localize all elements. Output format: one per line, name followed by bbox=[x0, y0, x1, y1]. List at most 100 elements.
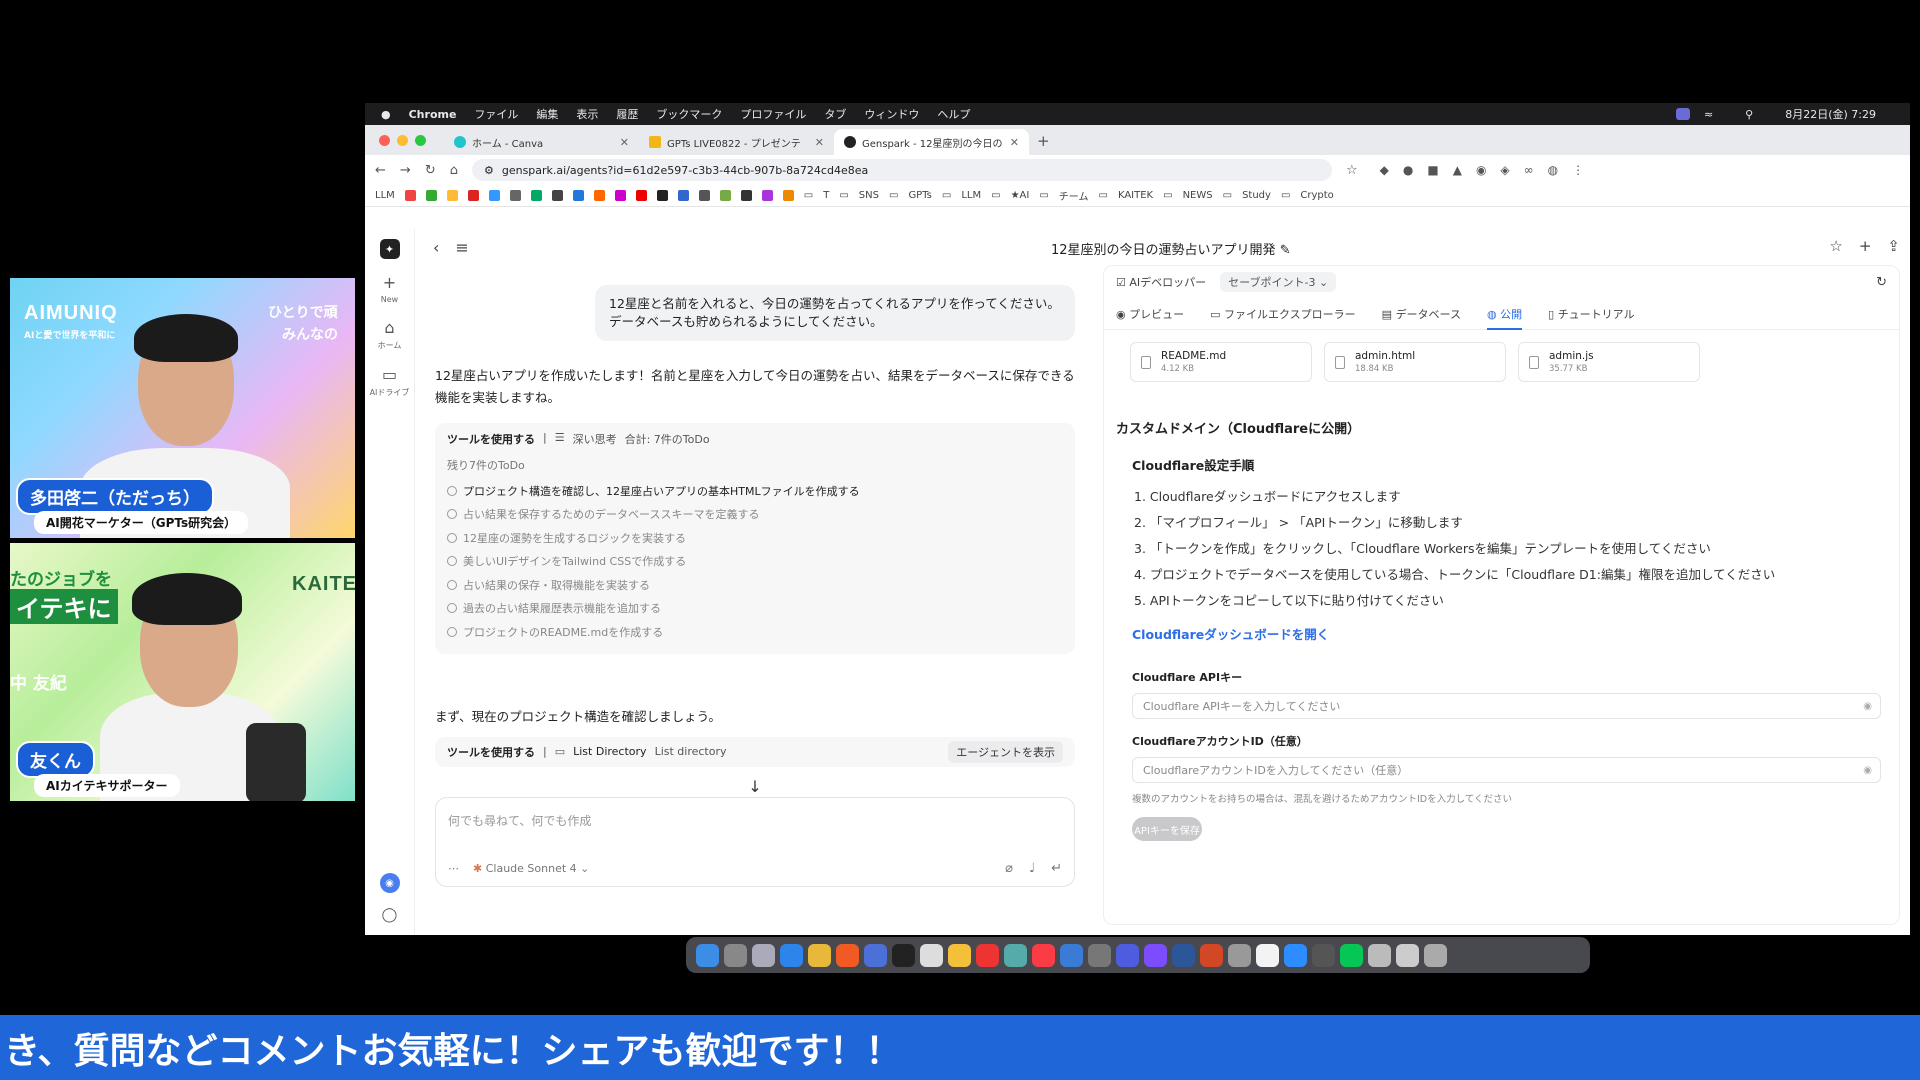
link-icon[interactable]: ∞ bbox=[1524, 163, 1534, 177]
open-dashboard-link[interactable]: Cloudflareダッシュボードを開く bbox=[1132, 624, 1881, 643]
app-icon[interactable] bbox=[1396, 943, 1419, 967]
bookmark-folder[interactable]: チーム bbox=[1059, 188, 1089, 203]
extension-icon[interactable]: ◈ bbox=[1500, 163, 1509, 177]
folder-icon[interactable]: ▭ bbox=[839, 190, 848, 201]
photos-icon[interactable] bbox=[976, 943, 999, 967]
app-icon[interactable] bbox=[1228, 943, 1251, 967]
attach-icon[interactable]: ⌀ bbox=[1005, 861, 1013, 876]
menu-clock[interactable]: 8月22日(金) 7:29 bbox=[1785, 106, 1876, 122]
folder-icon[interactable]: ▭ bbox=[889, 190, 898, 201]
genspark-logo-icon[interactable]: ✦ bbox=[379, 239, 400, 259]
model-selector[interactable]: ✱ Claude Sonnet 4 ⌄ bbox=[473, 862, 589, 875]
bookmark-llm[interactable]: LLM bbox=[375, 190, 395, 201]
menu-item[interactable]: プロファイル bbox=[740, 106, 806, 122]
menu-icon[interactable]: ≡ bbox=[455, 238, 468, 257]
file-card[interactable]: admin.js 35.77 KB bbox=[1518, 342, 1700, 382]
more-menu-icon[interactable]: ⋮ bbox=[1572, 163, 1584, 177]
forward-icon[interactable]: → bbox=[400, 163, 411, 178]
line-icon[interactable] bbox=[1340, 943, 1363, 967]
menu-item[interactable]: 表示 bbox=[576, 106, 598, 122]
bookmark-icon[interactable] bbox=[677, 190, 689, 201]
tab-preview[interactable]: ◉ プレビュー bbox=[1116, 306, 1184, 322]
file-card[interactable]: README.md 4.12 KB bbox=[1130, 342, 1312, 382]
api-key-input[interactable]: Cloudflare APIキーを入力してください ◉ bbox=[1132, 693, 1881, 719]
star-icon[interactable]: ☆ bbox=[1829, 237, 1842, 255]
notes-icon[interactable] bbox=[948, 943, 971, 967]
safari-icon[interactable] bbox=[780, 943, 803, 967]
app-icon[interactable] bbox=[1312, 943, 1335, 967]
tab-publish[interactable]: ◍ 公開 bbox=[1487, 306, 1523, 330]
menu-item[interactable]: 履歴 bbox=[616, 106, 638, 122]
menu-item[interactable]: タブ bbox=[824, 106, 846, 122]
eye-icon[interactable]: ◉ bbox=[1863, 701, 1872, 712]
bookmark-icon[interactable] bbox=[761, 190, 773, 201]
bookmark-icon[interactable] bbox=[698, 190, 710, 201]
app-icon[interactable] bbox=[1256, 943, 1279, 967]
bookmark-folder[interactable]: SNS bbox=[859, 190, 879, 201]
menu-item[interactable]: ファイル bbox=[474, 106, 518, 122]
folder-icon[interactable]: ▭ bbox=[991, 190, 1000, 201]
bookmark-icon[interactable] bbox=[530, 190, 542, 201]
app-icon[interactable] bbox=[1368, 943, 1391, 967]
menu-item[interactable]: ヘルプ bbox=[937, 106, 970, 122]
powerpoint-icon[interactable] bbox=[1200, 943, 1223, 967]
folder-icon[interactable]: ▭ bbox=[942, 190, 951, 201]
close-icon[interactable]: ✕ bbox=[620, 136, 629, 149]
bookmark-icon[interactable] bbox=[488, 190, 500, 201]
account-id-input[interactable]: CloudflareアカウントIDを入力してください（任意） ◉ bbox=[1132, 757, 1881, 783]
chrome-icon[interactable] bbox=[808, 943, 831, 967]
bookmark-icon[interactable] bbox=[614, 190, 626, 201]
app-icon[interactable] bbox=[1116, 943, 1139, 967]
avatar[interactable]: ◍ bbox=[1548, 163, 1558, 177]
menu-item[interactable]: ウィンドウ bbox=[864, 106, 919, 122]
assistant-icon[interactable]: ◉ bbox=[379, 873, 400, 893]
tab-genspark[interactable]: Genspark - 12星座別の今日の ✕ bbox=[834, 129, 1029, 155]
menu-item[interactable]: ブックマーク bbox=[656, 106, 722, 122]
bookmark-folder[interactable]: Crypto bbox=[1300, 190, 1333, 201]
bookmark-icon[interactable] bbox=[551, 190, 563, 201]
extension-icon[interactable]: ◉ bbox=[1476, 163, 1486, 177]
tab-canva[interactable]: ホーム - Canva ✕ bbox=[444, 129, 639, 155]
home-icon[interactable]: ⌂ bbox=[450, 163, 458, 178]
share-icon[interactable]: ⇪ bbox=[1887, 237, 1900, 255]
folder-icon[interactable]: ▭ bbox=[1099, 190, 1108, 201]
bookmark-icon[interactable] bbox=[572, 190, 584, 201]
bookmark-folder[interactable]: KAITEK bbox=[1118, 190, 1153, 201]
show-agent-button[interactable]: エージェントを表示 bbox=[948, 740, 1063, 763]
bookmark-icon[interactable] bbox=[719, 190, 731, 201]
save-api-key-button[interactable]: APIキーを保存 bbox=[1132, 817, 1202, 841]
scroll-down-icon[interactable]: ↓ bbox=[425, 777, 1085, 796]
bookmark-icon[interactable] bbox=[509, 190, 521, 201]
folder-icon[interactable]: ▭ bbox=[804, 190, 813, 201]
zoom-window-icon[interactable] bbox=[415, 134, 426, 146]
bookmark-icon[interactable] bbox=[656, 190, 668, 201]
plus-icon[interactable]: + bbox=[1859, 237, 1872, 255]
eye-icon[interactable]: ◉ bbox=[1863, 765, 1872, 776]
mic-icon[interactable]: ♩ bbox=[1029, 861, 1035, 876]
bookmark-folder[interactable]: LLM bbox=[961, 190, 981, 201]
tab-gpts-live[interactable]: GPTs LIVE0822 - プレゼンテ ✕ bbox=[639, 129, 834, 155]
zoom-icon[interactable] bbox=[1284, 943, 1307, 967]
reload-icon[interactable]: ↻ bbox=[425, 163, 436, 178]
search-icon[interactable]: ⚲ bbox=[1745, 108, 1753, 121]
bookmark-icon[interactable] bbox=[740, 190, 752, 201]
site-info-icon[interactable]: ⚙ bbox=[484, 164, 494, 177]
bookmark-icon[interactable] bbox=[425, 190, 437, 201]
ai-drive-button[interactable]: ▭ AIドライブ bbox=[370, 365, 410, 398]
brave-icon[interactable] bbox=[836, 943, 859, 967]
bookmark-folder[interactable]: GPTs bbox=[908, 190, 931, 201]
more-icon[interactable]: ⋯ bbox=[448, 862, 459, 875]
address-input[interactable]: ⚙ genspark.ai/agents?id=61d2e597-c3b3-44… bbox=[471, 159, 1332, 181]
trash-icon[interactable] bbox=[1424, 943, 1447, 967]
menu-app-name[interactable]: Chrome bbox=[409, 108, 457, 121]
file-card[interactable]: admin.html 18.84 KB bbox=[1324, 342, 1506, 382]
settings-icon[interactable] bbox=[1088, 943, 1111, 967]
mail-icon[interactable] bbox=[864, 943, 887, 967]
finder-icon[interactable] bbox=[696, 943, 719, 967]
bookmark-icon[interactable] bbox=[593, 190, 605, 201]
folder-icon[interactable]: ▭ bbox=[1281, 190, 1290, 201]
bookmark-folder[interactable]: T bbox=[823, 190, 829, 201]
wifi-icon[interactable]: ≈ bbox=[1704, 108, 1713, 121]
word-icon[interactable] bbox=[1172, 943, 1195, 967]
folder-icon[interactable]: ▭ bbox=[1223, 190, 1232, 201]
